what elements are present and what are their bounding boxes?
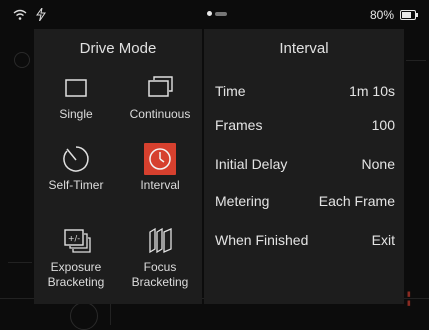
setting-label: Metering — [215, 193, 270, 209]
setting-value: 1m 10s — [349, 83, 395, 99]
drive-option-single[interactable]: Single — [34, 70, 118, 129]
flash-icon — [36, 8, 46, 21]
interval-title: Interval — [279, 40, 329, 57]
drive-option-exposure-bracketing[interactable]: +/- Exposure Bracketing — [34, 223, 118, 298]
bg-divider — [406, 60, 426, 61]
self-timer-icon — [63, 146, 89, 172]
setting-row-frames[interactable]: Frames 100 — [204, 110, 404, 138]
sd-card-icon: ▮ ▮ — [407, 291, 411, 307]
setting-row-metering[interactable]: Metering Each Frame — [204, 186, 404, 214]
exposure-bracketing-icon: +/- — [64, 229, 91, 253]
drive-option-continuous[interactable]: Continuous — [118, 70, 202, 129]
setting-row-when-finished[interactable]: When Finished Exit — [204, 225, 404, 253]
bg-exposure-icon — [14, 52, 30, 68]
interval-settings-panel: Interval Time 1m 10s Frames 100 Initial … — [204, 29, 404, 304]
battery-percent: 80% — [370, 8, 395, 22]
setting-value: Each Frame — [318, 193, 395, 209]
bg-divider — [8, 262, 32, 263]
drive-option-label: Continuous — [129, 107, 191, 121]
setting-value: Exit — [371, 232, 395, 248]
drive-option-label: Focus Bracketing — [131, 260, 189, 289]
battery-icon — [400, 10, 418, 20]
drive-option-self-timer[interactable]: Self-Timer — [34, 141, 118, 200]
wifi-icon — [13, 9, 27, 20]
setting-label: Frames — [215, 117, 263, 133]
setting-label: Initial Delay — [215, 156, 288, 172]
setting-row-initial-delay[interactable]: Initial Delay None — [204, 149, 404, 177]
drive-mode-title: Drive Mode — [79, 40, 157, 57]
setting-label: When Finished — [215, 232, 309, 248]
drive-mode-panel: Drive Mode Single Continuous Self-Timer … — [34, 29, 202, 304]
record-bar-icon — [215, 12, 227, 16]
single-frame-icon — [65, 79, 87, 97]
setting-value: None — [361, 156, 395, 172]
setting-label: Time — [215, 83, 246, 99]
setting-value: 100 — [371, 117, 395, 133]
record-indicator-icon — [207, 11, 212, 16]
continuous-icon — [148, 76, 173, 97]
drive-option-label: Interval — [140, 178, 180, 192]
setting-row-time[interactable]: Time 1m 10s — [204, 76, 404, 104]
drive-option-interval[interactable]: Interval — [118, 141, 202, 200]
status-bar: 80% — [0, 0, 429, 28]
bg-dial-icon — [70, 302, 98, 330]
svg-text:+/-: +/- — [68, 234, 80, 243]
focus-bracketing-icon — [149, 227, 172, 254]
drive-option-label: Single — [59, 107, 93, 121]
drive-option-label: Exposure Bracketing — [47, 260, 105, 289]
drive-option-label: Self-Timer — [48, 178, 104, 192]
drive-option-focus-bracketing[interactable]: Focus Bracketing — [118, 223, 202, 298]
interval-icon — [144, 143, 176, 175]
